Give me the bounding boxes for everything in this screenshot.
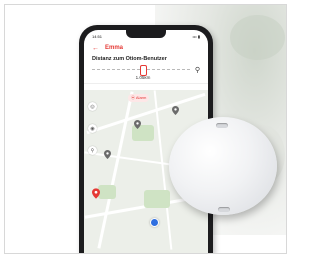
- arrow-left-icon[interactable]: ←: [92, 45, 99, 52]
- status-time: 14:51: [92, 33, 103, 39]
- map-park: [98, 185, 116, 199]
- contact-name: Emma: [105, 45, 124, 51]
- locate-icon: ◎: [90, 103, 95, 110]
- product-image-frame: 14:51 ••• ▮ ← Emma Distanz zum Otiom-Ben…: [4, 4, 287, 254]
- map-park: [144, 190, 170, 208]
- walk-button[interactable]: ⚲: [88, 146, 97, 155]
- location-button[interactable]: ◎: [88, 102, 97, 111]
- device-lanyard-hole: [216, 123, 228, 128]
- app-navbar: ← Emma: [84, 42, 208, 54]
- layers-button[interactable]: ◉: [88, 124, 97, 133]
- walking-person-icon: ⚲: [90, 147, 95, 154]
- slider-thumb[interactable]: [140, 65, 147, 76]
- current-location-dot: [150, 218, 159, 227]
- status-indicators: ••• ▮: [192, 33, 200, 39]
- distance-panel: Distanz zum Otiom-Benutzer ⚲ 1.05km: [84, 54, 208, 84]
- layers-icon: ◉: [90, 125, 95, 132]
- map-pin-icon[interactable]: [104, 150, 111, 159]
- alarm-chip[interactable]: ⦿ Alarm: [128, 94, 150, 102]
- walking-person-icon: ⚲: [194, 67, 200, 74]
- otiom-tracker-device: [169, 117, 277, 215]
- device-lanyard-hole: [218, 207, 230, 212]
- distance-slider[interactable]: ⚲: [92, 65, 200, 76]
- phone-notch: [126, 30, 166, 38]
- map-pin-icon[interactable]: [172, 106, 179, 115]
- map-road: [97, 91, 134, 249]
- map-pin-red-icon[interactable]: [92, 188, 100, 199]
- distance-title: Distanz zum Otiom-Benutzer: [92, 56, 167, 62]
- map-pin-icon[interactable]: [134, 120, 141, 129]
- bell-icon: ⦿: [131, 95, 135, 100]
- background-foliage: [230, 15, 285, 60]
- alarm-label: Alarm: [135, 95, 147, 100]
